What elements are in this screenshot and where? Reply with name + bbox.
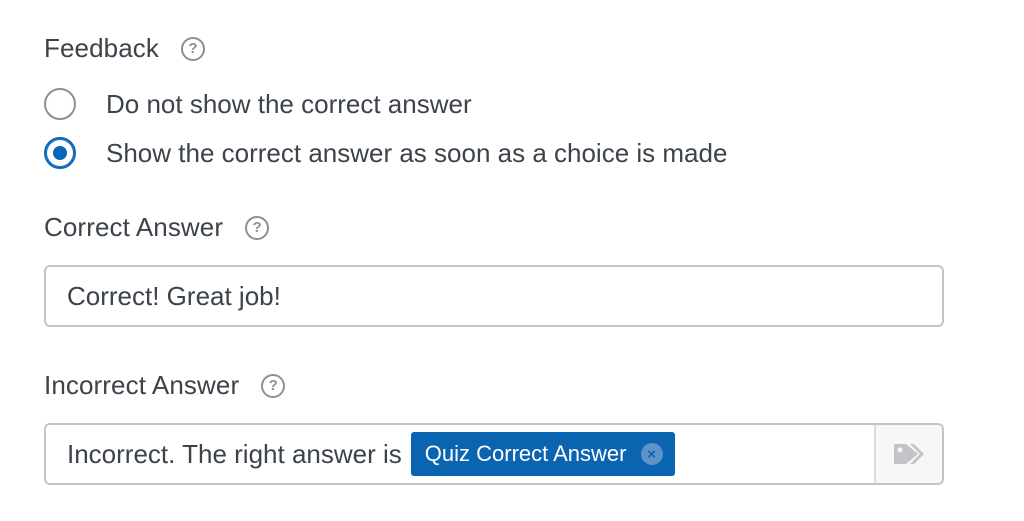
incorrect-answer-label: Incorrect Answer: [44, 370, 240, 400]
question-circle-icon[interactable]: ?: [245, 215, 270, 240]
correct-answer-label-row: Correct Answer ?: [44, 212, 270, 243]
tags-icon: [894, 444, 924, 464]
radio-button[interactable]: [44, 88, 76, 120]
correct-answer-field[interactable]: Correct! Great job!: [44, 265, 944, 327]
feedback-option-show[interactable]: Show the correct answer as soon as a cho…: [44, 137, 727, 169]
radio-label: Do not show the correct answer: [106, 88, 472, 119]
question-circle-icon[interactable]: ?: [180, 36, 205, 61]
radio-label: Show the correct answer as soon as a cho…: [106, 137, 728, 168]
smart-tag-label: Quiz Correct Answer: [424, 441, 627, 466]
correct-answer-label: Correct Answer: [44, 212, 224, 242]
feedback-option-hide[interactable]: Do not show the correct answer: [44, 88, 472, 120]
incorrect-answer-field[interactable]: Incorrect. The right answer is Quiz Corr…: [44, 423, 944, 485]
feedback-label: Feedback: [44, 33, 159, 63]
question-circle-icon[interactable]: ?: [261, 373, 286, 398]
radio-button-checked[interactable]: [44, 137, 76, 169]
insert-tag-button[interactable]: [874, 425, 942, 483]
radio-dot: [53, 146, 67, 160]
correct-answer-value: Correct! Great job!: [67, 280, 281, 311]
close-icon[interactable]: ×: [640, 443, 663, 465]
incorrect-answer-label-row: Incorrect Answer ?: [44, 370, 286, 401]
smart-tag[interactable]: Quiz Correct Answer ×: [410, 432, 675, 476]
feedback-label-row: Feedback ?: [44, 33, 205, 64]
incorrect-answer-value: Incorrect. The right answer is: [67, 438, 402, 469]
